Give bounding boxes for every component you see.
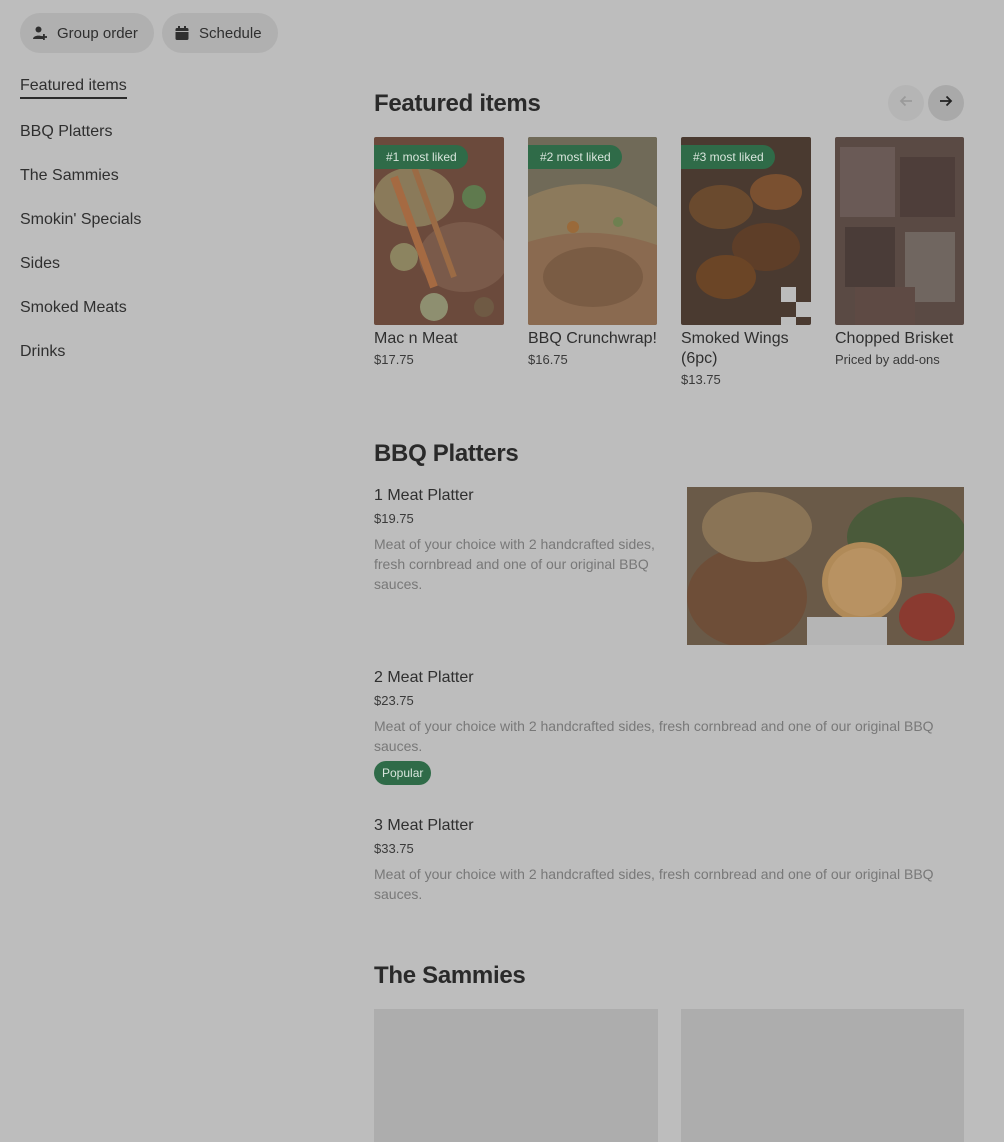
calendar-icon bbox=[174, 25, 190, 41]
add-person-icon bbox=[32, 25, 48, 41]
sidebar-item-label: Featured items bbox=[20, 76, 127, 99]
sidebar-item-label: BBQ Platters bbox=[20, 123, 113, 140]
category-sidebar: Featured items BBQ Platters The Sammies … bbox=[20, 76, 320, 386]
the-sammies-heading: The Sammies bbox=[374, 962, 526, 989]
food-photo: #1 most liked bbox=[374, 137, 504, 325]
featured-card-smoked-wings[interactable]: #3 most liked Smoked Wings (6pc) $13.75 bbox=[681, 137, 811, 387]
item-price: $19.75 bbox=[374, 511, 414, 526]
sammie-card-placeholder[interactable] bbox=[374, 1009, 658, 1142]
sidebar-item-sides[interactable]: Sides bbox=[20, 254, 320, 298]
sidebar-item-label: The Sammies bbox=[20, 167, 119, 184]
sidebar-item-bbq-platters[interactable]: BBQ Platters bbox=[20, 122, 320, 166]
menu-item-1-meat-platter[interactable]: 1 Meat Platter $19.75 Meat of your choic… bbox=[374, 486, 669, 594]
sidebar-item-the-sammies[interactable]: The Sammies bbox=[20, 166, 320, 210]
menu-item-2-meat-platter[interactable]: 2 Meat Platter $23.75 Meat of your choic… bbox=[374, 668, 964, 785]
food-photo: #3 most liked bbox=[681, 137, 811, 325]
popular-badge: Popular bbox=[374, 761, 432, 785]
sidebar-item-label: Smoked Meats bbox=[20, 299, 127, 316]
group-order-button[interactable]: Group order bbox=[20, 13, 154, 53]
bbq-platters-heading: BBQ Platters bbox=[374, 440, 519, 467]
item-price: $17.75 bbox=[374, 352, 414, 367]
featured-card-bbq-crunchwrap[interactable]: #2 most liked BBQ Crunchwrap! $16.75 bbox=[528, 137, 657, 367]
group-order-label: Group order bbox=[57, 24, 138, 42]
most-liked-badge: #3 most liked bbox=[681, 145, 775, 169]
item-description: Meat of your choice with 2 handcrafted s… bbox=[374, 536, 655, 592]
item-name: 3 Meat Platter bbox=[374, 817, 474, 834]
sidebar-item-label: Smokin' Specials bbox=[20, 211, 142, 228]
item-name: Chopped Brisket bbox=[835, 330, 954, 347]
schedule-label: Schedule bbox=[199, 24, 262, 42]
food-photo: #2 most liked bbox=[528, 137, 657, 325]
item-name: Smoked Wings (6pc) bbox=[681, 330, 789, 367]
item-name: BBQ Crunchwrap! bbox=[528, 330, 657, 347]
item-name: Mac n Meat bbox=[374, 330, 458, 347]
schedule-button[interactable]: Schedule bbox=[162, 13, 278, 53]
carousel-prev-button[interactable] bbox=[888, 85, 924, 121]
sidebar-item-drinks[interactable]: Drinks bbox=[20, 342, 320, 386]
sidebar-item-label: Sides bbox=[20, 255, 61, 272]
item-description: Meat of your choice with 2 handcrafted s… bbox=[374, 866, 934, 902]
item-price: $23.75 bbox=[374, 693, 414, 708]
most-liked-badge: #2 most liked bbox=[528, 145, 622, 169]
arrow-left-icon bbox=[898, 93, 914, 114]
sidebar-item-featured-items[interactable]: Featured items bbox=[20, 76, 320, 120]
sidebar-item-smoked-meats[interactable]: Smoked Meats bbox=[20, 298, 320, 342]
arrow-right-icon bbox=[938, 93, 954, 114]
most-liked-badge: #1 most liked bbox=[374, 145, 468, 169]
item-description: Meat of your choice with 2 handcrafted s… bbox=[374, 718, 934, 754]
featured-card-mac-n-meat[interactable]: #1 most liked Mac n Meat $17.75 bbox=[374, 137, 504, 367]
sidebar-item-label: Drinks bbox=[20, 343, 66, 360]
food-photo bbox=[835, 137, 964, 325]
item-price: Priced by add-ons bbox=[835, 352, 940, 367]
food-photo[interactable] bbox=[687, 487, 964, 645]
item-price: $33.75 bbox=[374, 841, 414, 856]
item-name: 1 Meat Platter bbox=[374, 487, 474, 504]
featured-card-chopped-brisket[interactable]: Chopped Brisket Priced by add-ons bbox=[835, 137, 964, 367]
store-menu-page: Group order Schedule Featured items BBQ … bbox=[0, 0, 1004, 1142]
item-price: $13.75 bbox=[681, 372, 721, 387]
item-name: 2 Meat Platter bbox=[374, 669, 474, 686]
featured-items-heading: Featured items bbox=[374, 90, 541, 117]
sidebar-item-smokin-specials[interactable]: Smokin' Specials bbox=[20, 210, 320, 254]
item-price: $16.75 bbox=[528, 352, 568, 367]
menu-item-3-meat-platter[interactable]: 3 Meat Platter $33.75 Meat of your choic… bbox=[374, 816, 964, 904]
sammie-card-placeholder[interactable] bbox=[681, 1009, 964, 1142]
carousel-next-button[interactable] bbox=[928, 85, 964, 121]
